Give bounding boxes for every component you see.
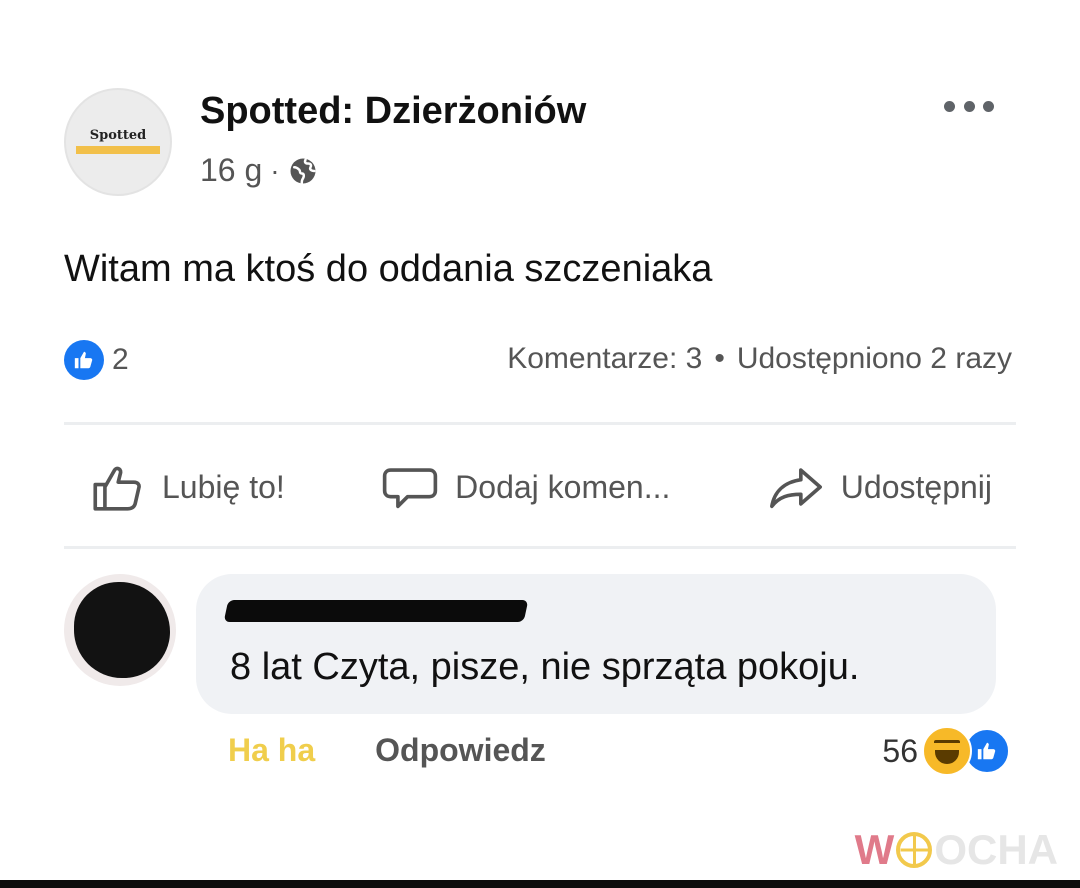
post-text: Witam ma ktoś do oddania szczeniaka <box>64 248 713 290</box>
reaction-icons <box>922 726 1010 776</box>
thumbs-up-outline-icon <box>93 466 141 511</box>
speech-bubble-icon <box>382 468 438 509</box>
redacted-author-name <box>223 600 529 622</box>
post-stats: Komentarze: 3 • Udostępniono 2 razy <box>507 342 1012 376</box>
stats-dot: • <box>714 342 725 375</box>
like-label: Lubię to! <box>162 468 285 505</box>
divider <box>64 422 1016 425</box>
share-label: Udostępnij <box>840 468 992 505</box>
comments-count-link[interactable]: Komentarze: 3 <box>507 342 702 376</box>
watermark-logo: W OCHA <box>855 826 1058 874</box>
like-icon <box>64 340 104 380</box>
page-name-link[interactable]: Spotted: Dzierżoniów <box>200 90 586 133</box>
post-meta: 16 g · <box>200 152 318 189</box>
comment-reaction-count: 56 <box>882 732 918 769</box>
reply-button[interactable]: Odpowiedz <box>375 732 546 769</box>
comment-label: Dodaj komen... <box>455 468 671 505</box>
avatar-logo-text: Spotted <box>89 128 147 143</box>
share-button[interactable]: Udostępnij <box>743 458 1016 516</box>
haha-reaction-button[interactable]: Ha ha <box>228 732 315 769</box>
share-arrow-icon <box>769 468 822 509</box>
comment-button[interactable]: Dodaj komen... <box>357 458 694 516</box>
like-button[interactable]: Lubię to! <box>64 458 309 516</box>
divider <box>64 546 1016 549</box>
reaction-summary[interactable]: 2 <box>64 340 129 380</box>
comment-reaction-summary[interactable]: 56 <box>882 726 1010 776</box>
post-actions: Lubię to! Dodaj komen... Udostępnij <box>64 450 1016 524</box>
comment-bubble: 8 lat Czyta, pisze, nie sprząta pokoju. <box>196 574 996 714</box>
shares-count-link[interactable]: Udostępniono 2 razy <box>737 342 1012 376</box>
commenter-avatar[interactable] <box>64 574 176 686</box>
watermark-letter: W <box>854 826 895 873</box>
more-horizontal-icon[interactable] <box>944 96 994 116</box>
meta-separator: · <box>270 154 280 186</box>
reaction-count: 2 <box>112 343 129 376</box>
page-avatar[interactable]: Spotted <box>64 88 172 196</box>
avatar-redaction <box>74 582 170 678</box>
globe-icon <box>290 158 316 185</box>
haha-icon <box>922 726 972 776</box>
comment-actions: Ha ha Odpowiedz <box>228 732 546 769</box>
wheel-icon <box>896 832 933 868</box>
comment-text: 8 lat Czyta, pisze, nie sprząta pokoju. <box>230 646 860 688</box>
facebook-post-screenshot: Spotted Spotted: Dzierżoniów 16 g · Wita… <box>0 0 1080 888</box>
watermark-rest: OCHA <box>934 826 1058 873</box>
avatar-logo-band <box>76 146 160 154</box>
post-timestamp[interactable]: 16 g <box>200 152 262 189</box>
bottom-border <box>0 880 1080 888</box>
